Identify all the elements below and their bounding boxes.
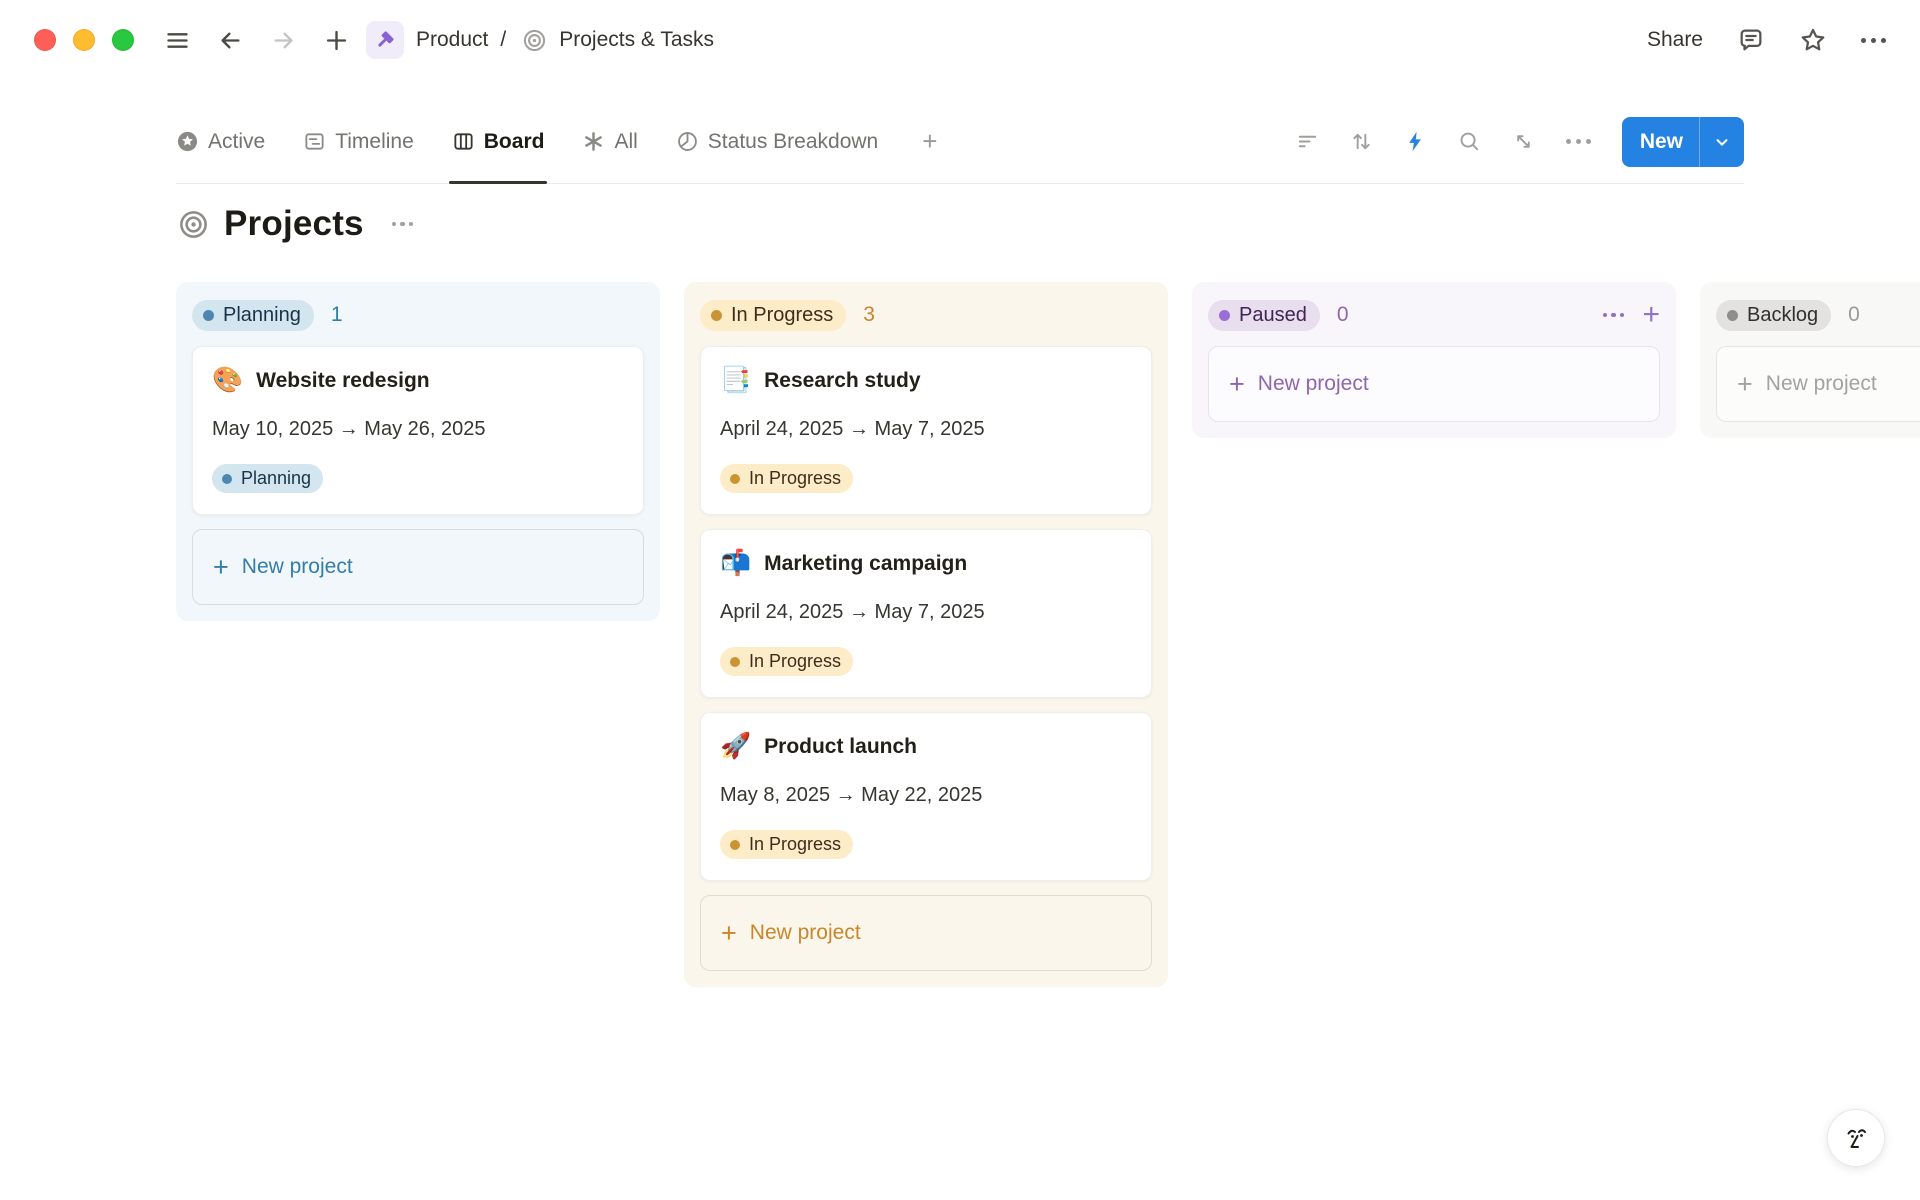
more-options-icon[interactable]	[1861, 38, 1886, 43]
expand-icon[interactable]	[1512, 130, 1535, 153]
window-titlebar: Product / Projects & Tasks Share	[0, 0, 1920, 80]
sort-icon[interactable]	[1350, 130, 1373, 153]
column-paused-count: 0	[1337, 303, 1349, 327]
breadcrumb: Product / Projects & Tasks	[366, 21, 714, 59]
plus-icon: +	[213, 554, 229, 581]
page-target-icon	[522, 28, 547, 53]
card-website-redesign[interactable]: 🎨 Website redesign May 10, 2025 → May 26…	[192, 346, 644, 515]
card-product-launch[interactable]: 🚀 Product launch May 8, 2025 → May 22, 2…	[700, 712, 1152, 881]
status-dot	[711, 310, 722, 321]
new-project-button-planning[interactable]: + New project	[192, 529, 644, 605]
new-project-button-paused[interactable]: + New project	[1208, 346, 1660, 422]
new-project-button-in-progress[interactable]: + New project	[700, 895, 1152, 971]
view-tabbar: Active Timeline Board All Status Breakdo…	[176, 100, 1744, 184]
tab-timeline[interactable]: Timeline	[303, 100, 414, 183]
share-button[interactable]: Share	[1647, 28, 1703, 52]
asterisk-icon	[582, 130, 605, 153]
card-date-range: May 10, 2025 → May 26, 2025	[212, 418, 624, 441]
breadcrumb-workspace[interactable]: Product	[416, 28, 488, 52]
page-title: Projects	[224, 204, 364, 244]
filter-icon[interactable]	[1296, 130, 1319, 153]
column-planning-count: 1	[331, 303, 343, 327]
new-button-label[interactable]: New	[1622, 117, 1699, 167]
column-options-icon[interactable]	[1603, 313, 1625, 318]
column-in-progress: In Progress 3 📑 Research study April 24,…	[684, 282, 1168, 987]
plus-icon: +	[721, 920, 737, 947]
rocket-emoji-icon: 🚀	[720, 734, 751, 759]
column-backlog: Backlog 0 + New project	[1700, 282, 1920, 438]
status-dot	[1219, 310, 1230, 321]
tab-board[interactable]: Board	[452, 100, 545, 183]
column-backlog-pill[interactable]: Backlog	[1716, 300, 1831, 331]
plus-icon: +	[1737, 371, 1753, 398]
card-date-range: April 24, 2025 → May 7, 2025	[720, 601, 1132, 624]
status-dot	[203, 310, 214, 321]
mailbox-emoji-icon: 📬	[720, 551, 751, 576]
pie-chart-icon	[676, 130, 699, 153]
card-status-badge: Planning	[212, 464, 323, 493]
card-marketing-campaign[interactable]: 📬 Marketing campaign April 24, 2025 → Ma…	[700, 529, 1152, 698]
window-controls	[34, 29, 134, 51]
column-in-progress-count: 3	[863, 303, 875, 327]
star-circle-icon	[176, 130, 199, 153]
status-dot	[1727, 310, 1738, 321]
ai-face-icon	[1840, 1122, 1872, 1154]
new-dropdown-chevron-icon[interactable]	[1700, 117, 1744, 167]
tab-all[interactable]: All	[582, 100, 637, 183]
sidebar-menu-icon[interactable]	[164, 27, 191, 54]
card-research-study[interactable]: 📑 Research study April 24, 2025 → May 7,…	[700, 346, 1152, 515]
plus-icon: +	[1229, 371, 1245, 398]
zoom-window-button[interactable]	[112, 29, 134, 51]
tab-active[interactable]: Active	[176, 100, 265, 183]
column-planning: Planning 1 🎨 Website redesign May 10, 20…	[176, 282, 660, 621]
board-view: Planning 1 🎨 Website redesign May 10, 20…	[176, 282, 1920, 1182]
card-status-badge: In Progress	[720, 647, 853, 676]
page-title-options-icon[interactable]	[392, 222, 414, 227]
card-status-badge: In Progress	[720, 464, 853, 493]
board-icon	[452, 130, 475, 153]
view-more-options-icon[interactable]	[1566, 139, 1591, 144]
column-add-card-icon[interactable]: +	[1642, 300, 1660, 330]
new-project-button-backlog[interactable]: + New project	[1716, 346, 1920, 422]
forward-icon[interactable]	[270, 27, 297, 54]
new-tab-icon[interactable]	[323, 27, 350, 54]
column-paused: Paused 0 + + New project	[1192, 282, 1676, 438]
back-icon[interactable]	[217, 27, 244, 54]
card-date-range: May 8, 2025 → May 22, 2025	[720, 784, 1132, 807]
timeline-icon	[303, 130, 326, 153]
column-in-progress-pill[interactable]: In Progress	[700, 300, 846, 331]
breadcrumb-page[interactable]: Projects & Tasks	[559, 28, 714, 52]
product-workspace-icon[interactable]	[366, 21, 404, 59]
card-date-range: April 24, 2025 → May 7, 2025	[720, 418, 1132, 441]
column-paused-pill[interactable]: Paused	[1208, 300, 1320, 331]
minimize-window-button[interactable]	[73, 29, 95, 51]
column-planning-pill[interactable]: Planning	[192, 300, 314, 331]
favorite-star-icon[interactable]	[1799, 26, 1827, 54]
palette-emoji-icon: 🎨	[212, 368, 243, 393]
tab-status-breakdown[interactable]: Status Breakdown	[676, 100, 878, 183]
projects-target-icon[interactable]	[178, 209, 209, 240]
new-button[interactable]: New	[1622, 117, 1744, 167]
comments-icon[interactable]	[1737, 26, 1765, 54]
add-view-button[interactable]: +	[922, 126, 937, 157]
close-window-button[interactable]	[34, 29, 56, 51]
breadcrumb-separator: /	[500, 28, 506, 52]
bookmark-tabs-emoji-icon: 📑	[720, 368, 751, 393]
card-status-badge: In Progress	[720, 830, 853, 859]
ai-assistant-button[interactable]	[1827, 1109, 1885, 1167]
column-backlog-count: 0	[1848, 303, 1860, 327]
search-icon[interactable]	[1458, 130, 1481, 153]
automation-lightning-icon[interactable]	[1404, 130, 1427, 153]
